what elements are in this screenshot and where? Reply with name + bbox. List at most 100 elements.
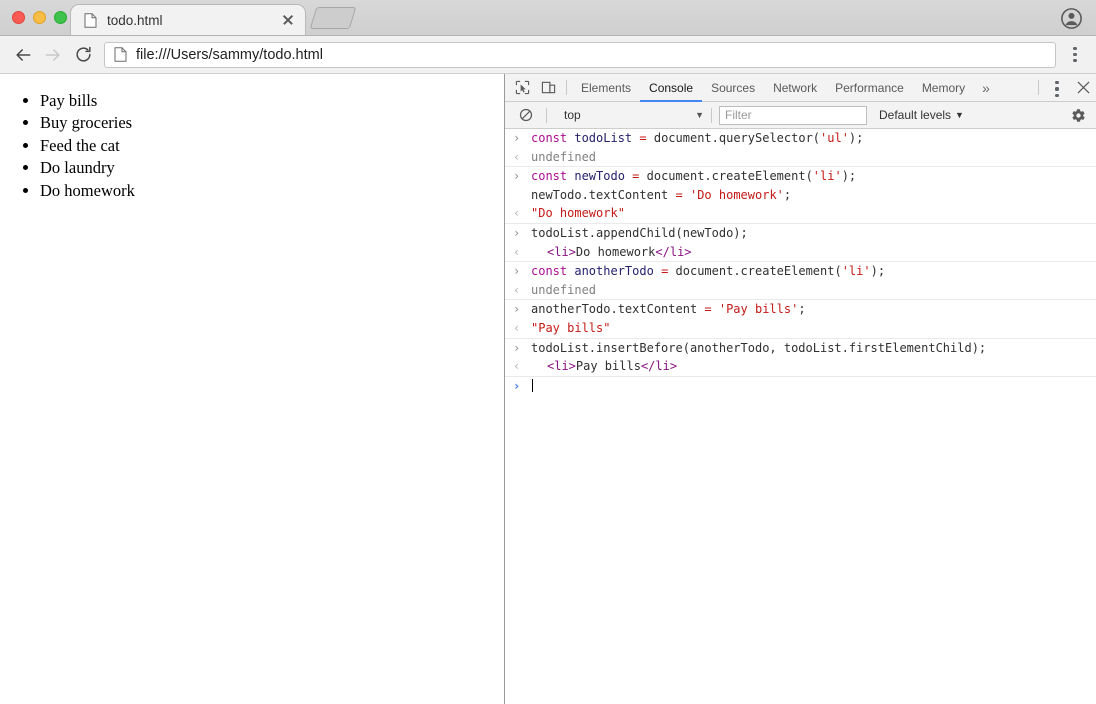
input-arrow-icon: › — [513, 302, 521, 317]
more-tabs-icon[interactable]: » — [974, 74, 998, 101]
close-icon[interactable] — [279, 11, 297, 29]
code-token: = — [704, 302, 712, 317]
code-token: ); — [870, 264, 886, 279]
console-context-selector[interactable]: top ▼ — [554, 108, 704, 122]
devtools-close-icon[interactable] — [1070, 74, 1096, 101]
console-row-output: ‹ <li>Do homework</li> — [505, 243, 1096, 262]
account-circle-icon[interactable] — [1061, 8, 1082, 29]
console-filter-input[interactable]: Filter — [719, 105, 867, 125]
devtools-tabbar: Elements Console Sources Network Perform… — [505, 74, 1096, 102]
code-token: document.querySelector( — [646, 131, 821, 145]
settings-gear-icon[interactable] — [1066, 108, 1090, 123]
console-row-content: "Pay bills" — [531, 319, 1096, 338]
tab-console[interactable]: Console — [640, 74, 703, 102]
console-row-input: › todoList.appendChild(newTodo); — [505, 222, 1096, 243]
list-item: Feed the cat — [40, 135, 504, 157]
toolbar-divider — [1038, 80, 1039, 95]
console-filter-bar: top ▼ Filter Default levels ▼ — [505, 102, 1096, 129]
browser-tab-todo[interactable]: todo.html — [70, 4, 306, 35]
todo-list: Pay bills Buy groceries Feed the cat Do … — [0, 90, 504, 202]
code-token: ; — [783, 187, 792, 202]
inspect-cursor-icon[interactable] — [509, 74, 535, 101]
console-row-content: <li>Pay bills</li> — [531, 357, 1096, 376]
content-split: Pay bills Buy groceries Feed the cat Do … — [0, 74, 1096, 704]
list-item: Do laundry — [40, 157, 504, 179]
code-token: const — [531, 169, 568, 184]
document-icon — [84, 12, 97, 28]
code-token: 'Do homework' — [689, 187, 784, 202]
code-token: todoList.appendChild(newTodo); — [531, 225, 748, 240]
address-bar[interactable]: file:///Users/sammy/todo.html — [104, 41, 1056, 68]
code-token: document.createElement( — [639, 169, 813, 184]
code-token: <li> — [547, 359, 576, 374]
input-arrow-icon: › — [513, 169, 521, 184]
list-item: Buy groceries — [40, 112, 504, 134]
device-toolbar-icon[interactable] — [535, 74, 561, 101]
console-row-content: const newTodo = document.createElement('… — [531, 167, 1096, 204]
code-token: Pay bills — [575, 359, 641, 374]
console-row-output: ‹ "Pay bills" — [505, 319, 1096, 338]
reload-button[interactable] — [68, 40, 98, 70]
text-cursor — [532, 378, 533, 392]
console-row-input: › const anotherTodo = document.createElem… — [505, 261, 1096, 281]
back-button[interactable] — [8, 40, 38, 70]
code-token: newTodo — [574, 169, 625, 184]
page-viewport: Pay bills Buy groceries Feed the cat Do … — [0, 74, 505, 704]
console-row-prompt[interactable]: › — [505, 375, 1096, 396]
document-icon — [114, 47, 127, 62]
code-token: ; — [798, 302, 806, 317]
code-token: todoList — [574, 131, 633, 145]
console-row-content: const todoList = document.querySelector(… — [531, 129, 1096, 148]
code-token: </li> — [640, 359, 678, 374]
output-arrow-icon: ‹ — [513, 282, 521, 297]
list-item: Do homework — [40, 180, 504, 202]
prompt-arrow-icon: › — [513, 378, 521, 393]
console-row-input: › const newTodo = document.createElement(… — [505, 166, 1096, 204]
chevron-down-icon: ▼ — [695, 110, 704, 120]
tab-network[interactable]: Network — [764, 74, 826, 101]
code-token: undefined — [531, 149, 597, 164]
browser-window: todo.html file:///Users/sammy/todo.html … — [0, 0, 1096, 704]
output-arrow-icon: ‹ — [513, 206, 521, 221]
address-bar-text: file:///Users/sammy/todo.html — [136, 46, 323, 63]
code-token: = — [639, 131, 647, 145]
tab-elements[interactable]: Elements — [572, 74, 640, 101]
output-arrow-icon: ‹ — [513, 320, 521, 335]
tab-memory[interactable]: Memory — [913, 74, 974, 101]
console-row-content: todoList.insertBefore(anotherTodo, todoL… — [531, 339, 1096, 358]
log-levels-selector[interactable]: Default levels ▼ — [879, 108, 964, 122]
list-item: Pay bills — [40, 90, 504, 112]
devtools-panel: Elements Console Sources Network Perform… — [505, 74, 1096, 704]
code-token: todoList.insertBefore(anotherTodo, todoL… — [531, 340, 987, 355]
new-tab-button[interactable] — [309, 7, 357, 29]
console-row-content: <li>Do homework</li> — [531, 243, 1096, 262]
minimize-window-button[interactable] — [33, 11, 46, 24]
tab-sources[interactable]: Sources — [702, 74, 764, 101]
code-token: = — [675, 187, 683, 202]
maximize-window-button[interactable] — [54, 11, 67, 24]
code-token: 'li' — [812, 169, 842, 184]
kebab-menu-icon[interactable] — [1062, 40, 1088, 70]
console-context-value: top — [564, 108, 581, 122]
browser-toolbar: file:///Users/sammy/todo.html — [0, 36, 1096, 74]
devtools-kebab-menu-icon[interactable] — [1044, 74, 1070, 104]
close-window-button[interactable] — [12, 11, 25, 24]
output-arrow-icon: ‹ — [513, 359, 521, 374]
tab-performance[interactable]: Performance — [826, 74, 913, 101]
code-token: </li> — [655, 244, 692, 259]
window-traffic-lights — [12, 11, 67, 24]
tab-strip: todo.html — [70, 0, 1096, 35]
code-token: 'ul' — [820, 131, 849, 145]
console-row-content: "Do homework" — [531, 204, 1096, 223]
console-row-output: ‹ "Do homework" — [505, 204, 1096, 223]
filterbar-divider — [711, 107, 712, 123]
code-token: 'Pay bills' — [718, 302, 799, 317]
console-messages[interactable]: › const todoList = document.querySelector… — [505, 129, 1096, 704]
input-arrow-icon: › — [513, 225, 521, 240]
console-row-content: undefined — [531, 281, 1096, 300]
clear-console-icon[interactable] — [513, 108, 539, 122]
code-token: const — [531, 264, 568, 279]
